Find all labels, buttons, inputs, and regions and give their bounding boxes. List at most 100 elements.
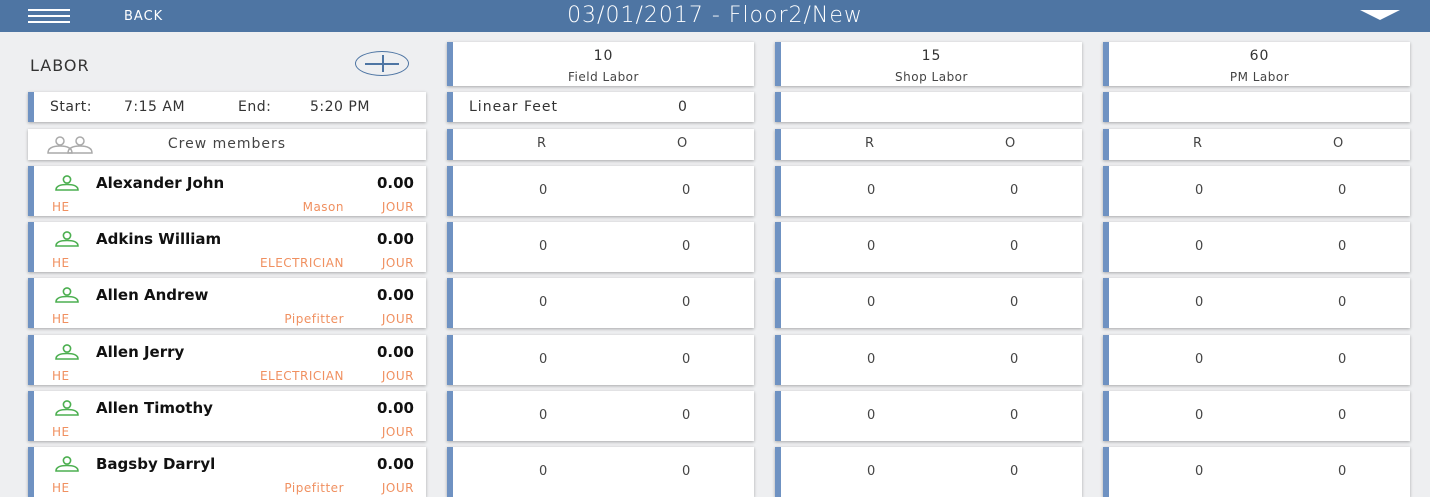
employee-trade: ELECTRICIAN: [259, 256, 344, 270]
work-time-bar[interactable]: Start: 7:15 AM End: 5:20 PM: [28, 92, 426, 122]
end-time[interactable]: 5:20 PM: [310, 99, 370, 115]
regular-hours-value[interactable]: 0: [1195, 239, 1203, 254]
hours-cell[interactable]: 00: [447, 222, 754, 272]
crew-members-header[interactable]: Crew members: [28, 129, 426, 160]
overtime-hours-value[interactable]: 0: [1010, 183, 1018, 198]
labor-column-header[interactable]: 15 Shop Labor: [775, 42, 1082, 86]
regular-hours-value[interactable]: 0: [867, 464, 875, 479]
overtime-hours-value[interactable]: 0: [1338, 408, 1346, 423]
overtime-hours-value[interactable]: 0: [682, 295, 690, 310]
overtime-hours-value[interactable]: 0: [682, 464, 690, 479]
regular-hours-value[interactable]: 0: [539, 295, 547, 310]
start-time[interactable]: 7:15 AM: [124, 99, 185, 115]
overtime-hours-value[interactable]: 0: [1338, 464, 1346, 479]
hours-cell[interactable]: 00: [775, 447, 1082, 497]
top-bar: BACK 03/01/2017 - Floor2/New: [0, 0, 1430, 32]
regular-hours-value[interactable]: 0: [1195, 295, 1203, 310]
overtime-hours-value[interactable]: 0: [682, 239, 690, 254]
overtime-hours-value[interactable]: 0: [682, 183, 690, 198]
employee-row[interactable]: Allen Jerry 0.00 HE ELECTRICIAN JOUR: [28, 335, 426, 385]
regular-hours-value[interactable]: 0: [539, 352, 547, 367]
employee-name: Allen Andrew: [96, 286, 209, 304]
overtime-hours-value[interactable]: 0: [1338, 239, 1346, 254]
employee-row[interactable]: Allen Andrew 0.00 HE Pipefitter JOUR: [28, 278, 426, 328]
caret-down-icon[interactable]: [1360, 10, 1400, 20]
employee-level: JOUR: [381, 425, 414, 439]
hours-cell[interactable]: 00: [775, 166, 1082, 216]
regular-hours-value[interactable]: 0: [539, 239, 547, 254]
employee-level: JOUR: [381, 200, 414, 214]
overtime-hours-value[interactable]: 0: [682, 352, 690, 367]
overtime-hours-value[interactable]: 0: [1010, 239, 1018, 254]
regular-overtime-header[interactable]: RO: [447, 129, 754, 160]
column-total: 60: [1249, 48, 1270, 64]
employee-row[interactable]: Bagsby Darryl 0.00 HE Pipefitter JOUR: [28, 447, 426, 497]
regular-label: R: [537, 136, 547, 151]
employee-hours: 0.00: [376, 455, 414, 473]
regular-hours-value[interactable]: 0: [1195, 352, 1203, 367]
overtime-hours-value[interactable]: 0: [1338, 183, 1346, 198]
regular-hours-value[interactable]: 0: [1195, 464, 1203, 479]
regular-hours-value[interactable]: 0: [1195, 183, 1203, 198]
overtime-label: O: [1333, 136, 1344, 151]
extra-value[interactable]: 0: [678, 99, 688, 115]
regular-hours-value[interactable]: 0: [867, 408, 875, 423]
hours-cell[interactable]: 00: [775, 278, 1082, 328]
hours-cell[interactable]: 00: [775, 222, 1082, 272]
regular-hours-value[interactable]: 0: [539, 183, 547, 198]
regular-hours-value[interactable]: 0: [867, 295, 875, 310]
overtime-hours-value[interactable]: 0: [1010, 408, 1018, 423]
hours-cell[interactable]: 00: [447, 166, 754, 216]
hours-cell[interactable]: 00: [1103, 222, 1410, 272]
hours-cell[interactable]: 00: [775, 335, 1082, 385]
hours-cell[interactable]: 00: [1103, 447, 1410, 497]
hours-cell[interactable]: 00: [1103, 335, 1410, 385]
employee-hours: 0.00: [376, 230, 414, 248]
overtime-hours-value[interactable]: 0: [682, 408, 690, 423]
start-label: Start:: [50, 99, 92, 115]
regular-hours-value[interactable]: 0: [1195, 408, 1203, 423]
employee-level: JOUR: [381, 369, 414, 383]
hours-cell[interactable]: 00: [447, 391, 754, 441]
hours-cell[interactable]: 00: [775, 391, 1082, 441]
regular-hours-value[interactable]: 0: [867, 183, 875, 198]
regular-hours-value[interactable]: 0: [539, 408, 547, 423]
employee-code: HE: [52, 200, 70, 214]
regular-hours-value[interactable]: 0: [867, 239, 875, 254]
employee-row[interactable]: Allen Timothy 0.00 HE JOUR: [28, 391, 426, 441]
labor-column-header[interactable]: 10 Field Labor: [447, 42, 754, 86]
overtime-hours-value[interactable]: 0: [1010, 352, 1018, 367]
column-extra-field[interactable]: [1103, 92, 1410, 122]
add-crew-button[interactable]: [355, 51, 409, 76]
column-extra-field[interactable]: [775, 92, 1082, 122]
regular-label: R: [1193, 136, 1203, 151]
regular-overtime-header[interactable]: RO: [775, 129, 1082, 160]
employee-hours: 0.00: [376, 174, 414, 192]
employee-name: Alexander John: [96, 174, 225, 192]
employee-hours: 0.00: [376, 343, 414, 361]
overtime-hours-value[interactable]: 0: [1338, 295, 1346, 310]
regular-hours-value[interactable]: 0: [539, 464, 547, 479]
hours-cell[interactable]: 00: [1103, 166, 1410, 216]
overtime-hours-value[interactable]: 0: [1010, 295, 1018, 310]
employee-level: JOUR: [381, 312, 414, 326]
employee-level: JOUR: [381, 481, 414, 495]
person-icon: [55, 231, 79, 247]
labor-column-header[interactable]: 60 PM Labor: [1103, 42, 1410, 86]
employee-row[interactable]: Alexander John 0.00 HE Mason JOUR: [28, 166, 426, 216]
column-name: Field Labor: [568, 70, 639, 84]
column-name: PM Labor: [1229, 70, 1290, 84]
regular-overtime-header[interactable]: RO: [1103, 129, 1410, 160]
overtime-hours-value[interactable]: 0: [1010, 464, 1018, 479]
employee-row[interactable]: Adkins William 0.00 HE ELECTRICIAN JOUR: [28, 222, 426, 272]
hours-cell[interactable]: 00: [447, 335, 754, 385]
column-extra-field[interactable]: Linear Feet 0: [447, 92, 754, 122]
extra-label: Linear Feet: [469, 99, 558, 115]
hours-cell[interactable]: 00: [1103, 391, 1410, 441]
overtime-label: O: [1005, 136, 1016, 151]
hours-cell[interactable]: 00: [447, 278, 754, 328]
hours-cell[interactable]: 00: [447, 447, 754, 497]
hours-cell[interactable]: 00: [1103, 278, 1410, 328]
regular-hours-value[interactable]: 0: [867, 352, 875, 367]
overtime-hours-value[interactable]: 0: [1338, 352, 1346, 367]
